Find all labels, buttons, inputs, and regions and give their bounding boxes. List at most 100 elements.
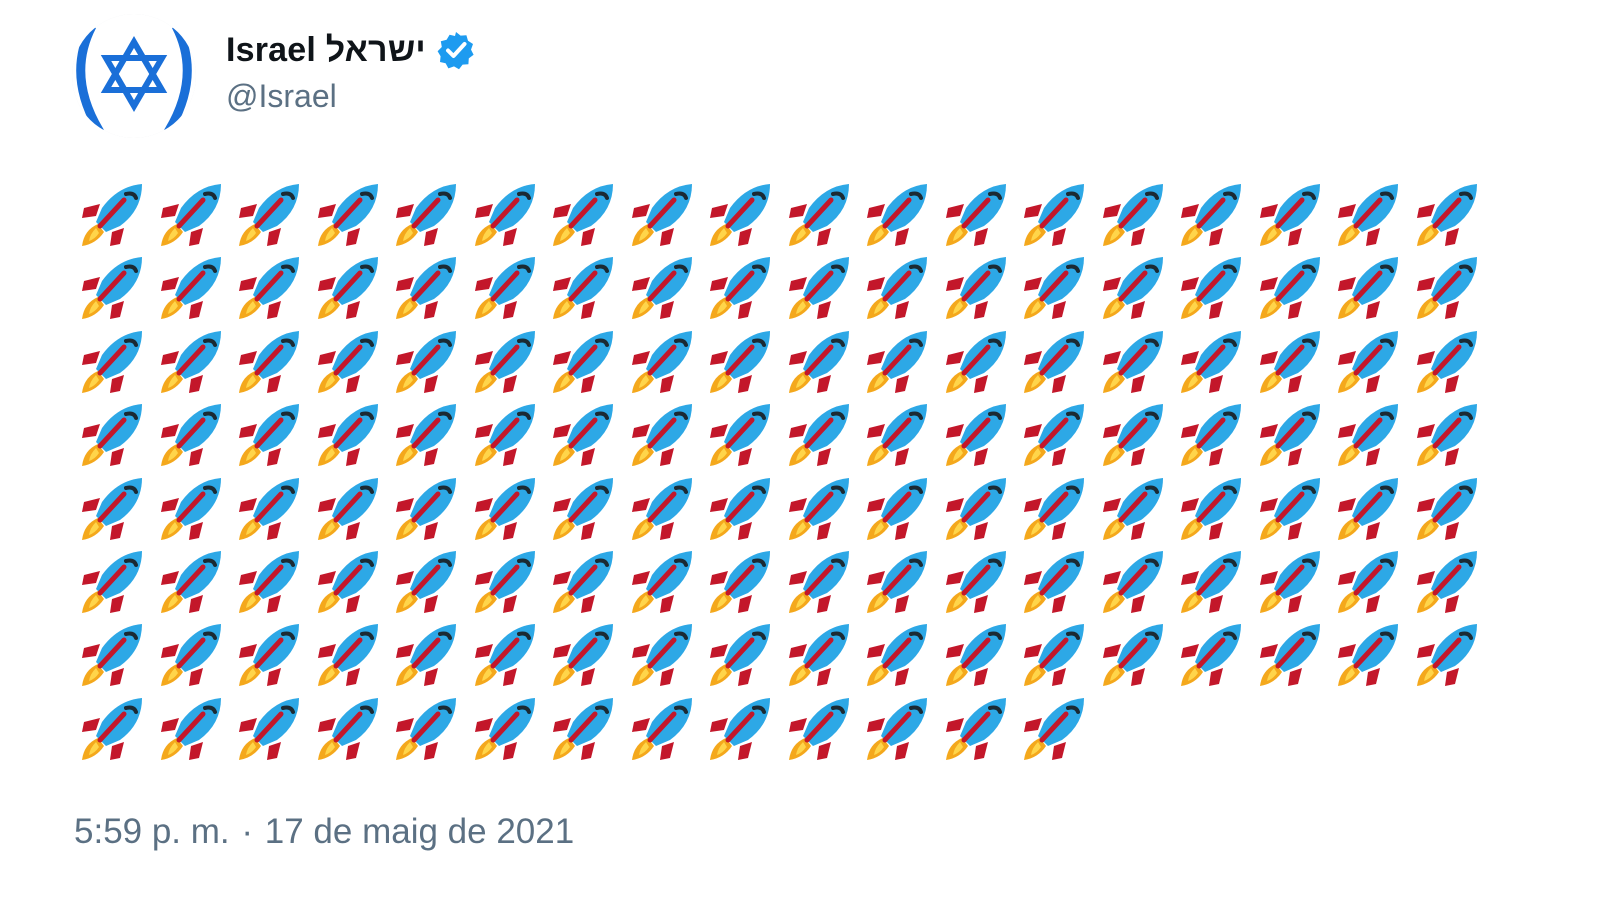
rocket-icon — [471, 618, 543, 690]
rocket-icon — [706, 545, 778, 617]
rocket-icon — [392, 472, 464, 544]
rocket-icon — [157, 178, 229, 250]
rocket-icon — [78, 398, 150, 470]
rocket-icon — [157, 692, 229, 764]
rocket-icon — [1177, 398, 1249, 470]
rocket-icon — [706, 251, 778, 323]
rocket-icon — [549, 692, 621, 764]
rocket-icon — [549, 398, 621, 470]
avatar[interactable] — [72, 14, 196, 138]
rocket-icon — [1413, 618, 1485, 690]
rocket-icon — [1020, 398, 1092, 470]
rocket-icon — [314, 472, 386, 544]
rocket-icon — [863, 398, 935, 470]
rocket-icon — [1413, 545, 1485, 617]
rocket-icon — [392, 618, 464, 690]
rocket-icon — [942, 692, 1014, 764]
rocket-icon — [78, 325, 150, 397]
timestamp-time[interactable]: 5:59 p. m. — [74, 812, 230, 851]
rocket-icon — [863, 545, 935, 617]
rocket-icon — [78, 178, 150, 250]
rocket-icon — [942, 325, 1014, 397]
rocket-icon — [471, 398, 543, 470]
rocket-icon — [1177, 178, 1249, 250]
rocket-icon — [1334, 325, 1406, 397]
rocket-icon — [471, 178, 543, 250]
rocket-icon — [1334, 618, 1406, 690]
rocket-icon — [628, 325, 700, 397]
rocket-icon — [157, 545, 229, 617]
rocket-icon — [863, 251, 935, 323]
rocket-icon — [706, 618, 778, 690]
rocket-icon — [1413, 398, 1485, 470]
rocket-icon — [235, 398, 307, 470]
rocket-icon — [785, 618, 857, 690]
user-handle[interactable]: @Israel — [226, 78, 337, 115]
timestamp-separator: · — [241, 812, 254, 851]
author-name-row[interactable]: Israel ישראל — [226, 26, 476, 74]
rocket-icon — [392, 178, 464, 250]
rocket-icon — [863, 692, 935, 764]
rocket-icon — [863, 178, 935, 250]
rocket-icon — [942, 545, 1014, 617]
rocket-icon — [392, 251, 464, 323]
rocket-icon — [314, 545, 386, 617]
rocket-icon — [706, 325, 778, 397]
rocket-icon — [235, 472, 307, 544]
rocket-icon — [157, 472, 229, 544]
rocket-icon — [1099, 472, 1171, 544]
rocket-icon — [863, 618, 935, 690]
rocket-icon — [1099, 618, 1171, 690]
rocket-icon — [942, 398, 1014, 470]
tweet-text-rockets — [78, 178, 1498, 765]
display-name[interactable]: Israel ישראל — [226, 31, 426, 70]
rocket-icon — [235, 178, 307, 250]
rocket-icon — [471, 325, 543, 397]
rocket-icon — [1020, 472, 1092, 544]
rocket-icon — [628, 692, 700, 764]
rocket-icon — [1020, 618, 1092, 690]
verified-badge-icon — [436, 30, 476, 70]
rocket-icon — [314, 325, 386, 397]
rocket-icon — [314, 398, 386, 470]
rocket-icon — [471, 251, 543, 323]
rocket-icon — [706, 398, 778, 470]
rocket-icon — [942, 618, 1014, 690]
rocket-icon — [1099, 545, 1171, 617]
rocket-icon — [1099, 398, 1171, 470]
rocket-icon — [235, 545, 307, 617]
rocket-icon — [157, 398, 229, 470]
tweet-timestamp[interactable]: 5:59 p. m. · 17 de maig de 2021 — [74, 812, 574, 852]
rocket-icon — [1334, 398, 1406, 470]
rocket-icon — [1020, 545, 1092, 617]
rocket-icon — [785, 472, 857, 544]
rocket-icon — [1177, 251, 1249, 323]
rocket-icon — [1256, 472, 1328, 544]
rocket-icon — [392, 398, 464, 470]
rocket-icon — [942, 472, 1014, 544]
rocket-icon — [942, 251, 1014, 323]
rocket-icon — [157, 325, 229, 397]
rocket-icon — [549, 472, 621, 544]
rocket-icon — [785, 178, 857, 250]
tweet[interactable]: Israel ישראל @Israel 5:59 p. m. · 17 de … — [0, 0, 1600, 900]
rocket-icon — [392, 692, 464, 764]
rocket-icon — [157, 251, 229, 323]
timestamp-date[interactable]: 17 de maig de 2021 — [265, 812, 574, 851]
rocket-icon — [1334, 251, 1406, 323]
rocket-icon — [549, 178, 621, 250]
rocket-icon — [785, 398, 857, 470]
rocket-icon — [78, 692, 150, 764]
rocket-icon — [628, 545, 700, 617]
rocket-icon — [1177, 325, 1249, 397]
rocket-icon — [549, 545, 621, 617]
rocket-icon — [392, 545, 464, 617]
rocket-icon — [1413, 251, 1485, 323]
rocket-icon — [785, 692, 857, 764]
rocket-icon — [628, 178, 700, 250]
rocket-icon — [1334, 178, 1406, 250]
rocket-icon — [1020, 325, 1092, 397]
rocket-icon — [706, 692, 778, 764]
rocket-icon — [235, 325, 307, 397]
rocket-icon — [1334, 472, 1406, 544]
